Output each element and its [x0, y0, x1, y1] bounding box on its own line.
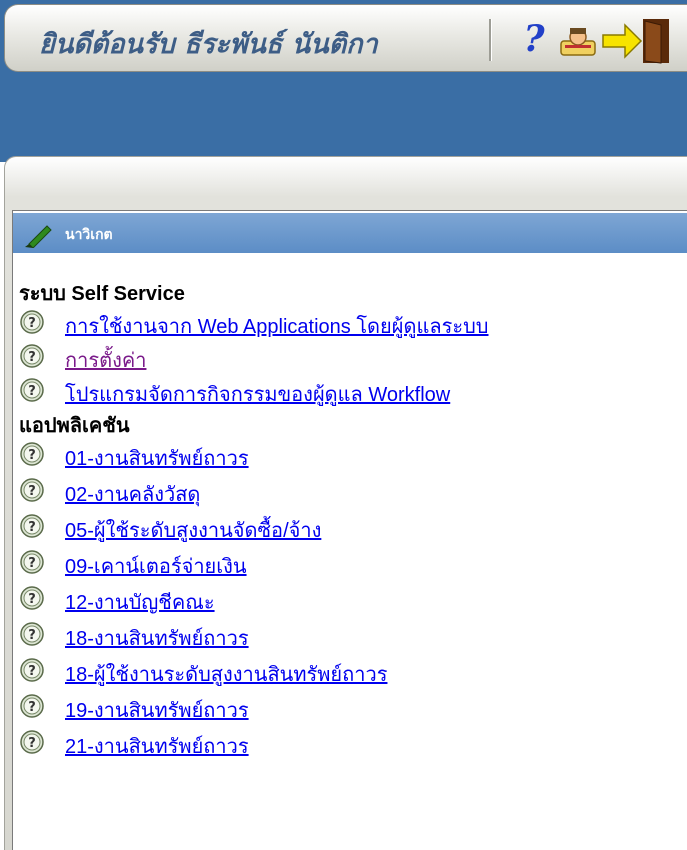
nav-link[interactable]: 05-ผู้ใช้ระดับสูงงานจัดซื้อ/จ้าง: [65, 514, 321, 546]
svg-text:?: ?: [28, 484, 36, 499]
svg-text:?: ?: [28, 316, 36, 331]
help-circle-icon: ?: [19, 657, 45, 683]
nav-link[interactable]: 18-ผู้ใช้งานระดับสูงงานสินทรัพย์ถาวร: [65, 658, 387, 690]
svg-text:?: ?: [28, 448, 36, 463]
svg-text:?: ?: [28, 592, 36, 607]
help-circle-icon: ?: [19, 729, 45, 755]
user-icon[interactable]: [559, 25, 597, 59]
help-circle-icon: ?: [19, 621, 45, 647]
nav-link[interactable]: 21-งานสินทรัพย์ถาวร: [65, 730, 249, 762]
svg-text:?: ?: [28, 520, 36, 535]
svg-text:?: ?: [28, 350, 36, 365]
help-icon[interactable]: ?: [519, 19, 549, 59]
nav-link[interactable]: การตั้งค่า: [65, 344, 146, 376]
help-circle-icon: ?: [19, 513, 45, 539]
navigator-header: นาวิเกต: [13, 213, 687, 253]
help-circle-icon: ?: [19, 309, 45, 335]
nav-item[interactable]: ? 18-ผู้ใช้งานระดับสูงงานสินทรัพย์ถาวร: [19, 657, 679, 686]
logout-icon[interactable]: [599, 17, 671, 65]
section-title: แอปพลิเคชัน: [19, 415, 130, 437]
svg-text:?: ?: [28, 628, 36, 643]
nav-item[interactable]: ? 02-งานคลังวัสดุ: [19, 477, 679, 506]
svg-text:?: ?: [28, 700, 36, 715]
help-circle-icon: ?: [19, 585, 45, 611]
nav-item[interactable]: ? 21-งานสินทรัพย์ถาวร: [19, 729, 679, 758]
svg-text:?: ?: [28, 736, 36, 751]
welcome-bar: ยินดีต้อนรับ ธีระพันธ์ นันติกา ?: [4, 4, 687, 72]
nav-item[interactable]: ? 19-งานสินทรัพย์ถาวร: [19, 693, 679, 722]
nav-item[interactable]: ? การตั้งค่า: [19, 343, 679, 372]
divider: [489, 19, 492, 61]
nav-link[interactable]: โปรแกรมจัดการกิจกรรมของผู้ดูแล Workflow: [65, 378, 450, 410]
nav-link[interactable]: การใช้งานจาก Web Applications โดยผู้ดูแล…: [65, 310, 489, 342]
section-title: ระบบ Self Service: [19, 283, 185, 305]
nav-link[interactable]: 12-งานบัญชีคณะ: [65, 586, 215, 618]
nav-item[interactable]: ? 12-งานบัญชีคณะ: [19, 585, 679, 614]
nav-item[interactable]: ? 09-เคาน์เตอร์จ่ายเงิน: [19, 549, 679, 578]
help-circle-icon: ?: [19, 441, 45, 467]
nav-item[interactable]: ? 18-งานสินทรัพย์ถาวร: [19, 621, 679, 650]
help-circle-icon: ?: [19, 549, 45, 575]
nav-item[interactable]: ? 01-งานสินทรัพย์ถาวร: [19, 441, 679, 470]
welcome-text: ยินดีต้อนรับ ธีระพันธ์ นันติกา: [39, 29, 378, 60]
pencil-icon: [25, 225, 52, 248]
nav-link[interactable]: 09-เคาน์เตอร์จ่ายเงิน: [65, 550, 247, 582]
nav-link[interactable]: 02-งานคลังวัสดุ: [65, 478, 200, 510]
nav-link[interactable]: 19-งานสินทรัพย์ถาวร: [65, 694, 249, 726]
help-circle-icon: ?: [19, 343, 45, 369]
header-band: [0, 72, 687, 162]
nav-item[interactable]: ? การใช้งานจาก Web Applications โดยผู้ดูแ…: [19, 309, 679, 338]
help-circle-icon: ?: [19, 377, 45, 403]
svg-text:?: ?: [28, 664, 36, 679]
svg-text:?: ?: [28, 384, 36, 399]
nav-link[interactable]: 18-งานสินทรัพย์ถาวร: [65, 622, 249, 654]
navigator-panel: นาวิเกต ระบบ Self Service? การใช้งานจาก W…: [12, 210, 687, 850]
nav-item[interactable]: ? 05-ผู้ใช้ระดับสูงงานจัดซื้อ/จ้าง: [19, 513, 679, 542]
nav-link[interactable]: 01-งานสินทรัพย์ถาวร: [65, 442, 249, 474]
help-circle-icon: ?: [19, 477, 45, 503]
navigator-title: นาวิเกต: [65, 227, 113, 243]
svg-text:?: ?: [28, 556, 36, 571]
help-circle-icon: ?: [19, 693, 45, 719]
nav-item[interactable]: ? โปรแกรมจัดการกิจกรรมของผู้ดูแล Workflow: [19, 377, 679, 406]
